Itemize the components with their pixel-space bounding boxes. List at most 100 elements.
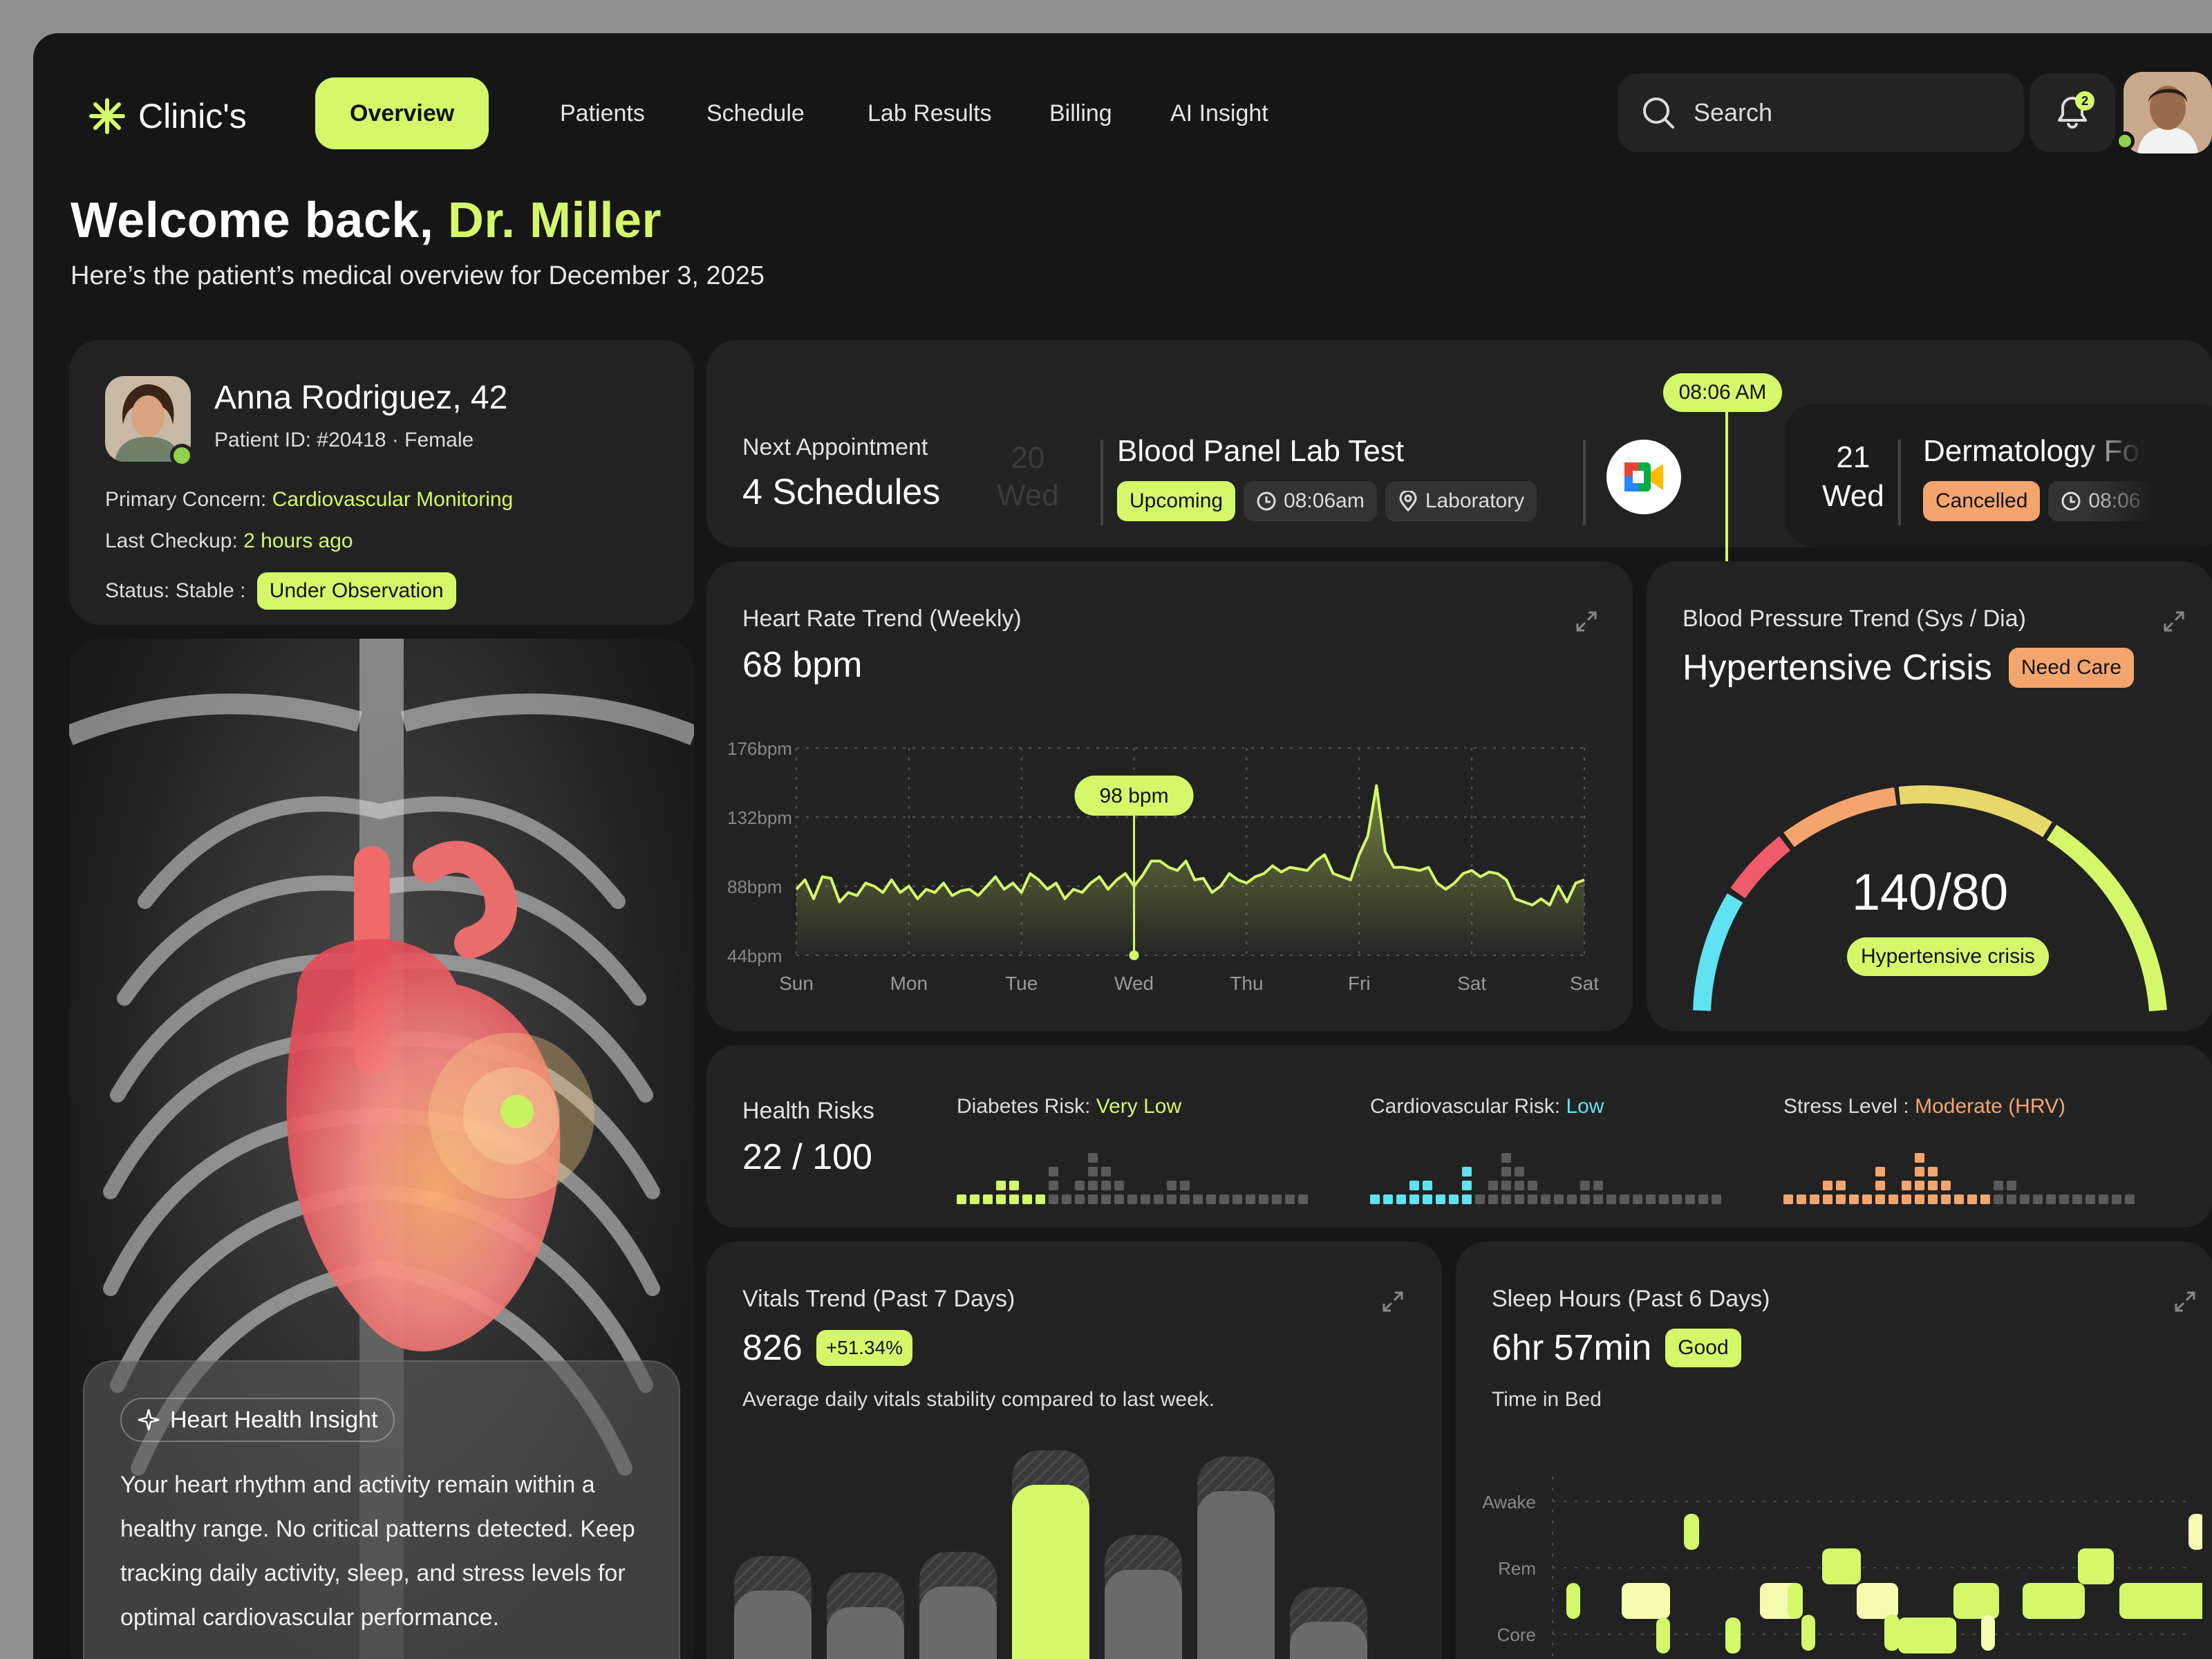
clock-icon	[1257, 491, 1276, 511]
vitals-change-badge: +51.34%	[816, 1330, 913, 1366]
risk-dot	[2020, 1194, 2030, 1204]
risk-dot	[1049, 1194, 1058, 1204]
stress-level-label: Stress Level :	[1783, 1095, 1909, 1118]
verified-check-icon	[170, 444, 194, 467]
heart-hotspot-marker[interactable]	[500, 1095, 534, 1128]
tab-patients[interactable]: Patients	[525, 77, 679, 149]
appointment-time-value: 08:06am	[1284, 489, 1365, 512]
next-day-num: 21	[1836, 440, 1871, 474]
risk-dot	[1967, 1194, 1977, 1204]
risk-dot	[1462, 1194, 1472, 1204]
vitals-bar	[1197, 1491, 1275, 1659]
notification-button[interactable]: 2	[2030, 73, 2115, 152]
tab-overview[interactable]: Overview	[315, 77, 489, 149]
sleep-y-label: Core	[1497, 1624, 1536, 1645]
appointment-title[interactable]: Blood Panel Lab Test	[1117, 434, 1404, 469]
sleep-card: Sleep Hours (Past 6 Days) 6hr 57min Good…	[1456, 1241, 2212, 1659]
current-time-pill: 08:06 AM	[1663, 373, 1782, 412]
next-appointment-meta: Cancelled 08:06	[1923, 481, 2158, 521]
app-name: Clinic's	[138, 97, 247, 135]
search-bar[interactable]	[1618, 73, 2024, 152]
sleep-segment	[1684, 1514, 1699, 1550]
risk-dot	[1272, 1194, 1282, 1204]
search-input[interactable]	[1694, 98, 1984, 127]
risk-dot	[1449, 1194, 1459, 1204]
sleep-segment	[1788, 1583, 1803, 1619]
prev-day-name: Wed	[997, 478, 1059, 512]
search-icon	[1643, 97, 1674, 129]
risk-dot	[1915, 1194, 1924, 1204]
risk-dot	[1849, 1194, 1859, 1204]
risk-dot	[1180, 1181, 1190, 1190]
risk-dot	[2086, 1194, 2095, 1204]
expand-icon[interactable]	[2162, 610, 2186, 633]
expand-icon[interactable]	[2173, 1290, 2197, 1313]
patient-card[interactable]: Anna Rodriguez, 42 Patient ID: #20418 · …	[69, 340, 694, 625]
risk-dot	[1114, 1194, 1124, 1204]
expand-icon[interactable]	[1381, 1290, 1405, 1313]
stress-level-dots	[1783, 1153, 2135, 1204]
risk-dot	[1646, 1194, 1656, 1204]
prev-day-num: 20	[1011, 441, 1045, 475]
risk-dot	[1528, 1194, 1537, 1204]
risk-dot	[1994, 1194, 2003, 1204]
risk-dot	[2112, 1194, 2121, 1204]
tab-schedule[interactable]: Schedule	[672, 77, 839, 149]
next-appointment-title: Dermatology Foll	[1923, 434, 2144, 468]
brand-logo[interactable]: Clinic's	[88, 88, 247, 144]
risk-dot	[1285, 1194, 1295, 1204]
status-label: Status: Stable :	[105, 579, 246, 602]
next-day: 21 Wed	[1822, 438, 1884, 516]
tab-lab-results[interactable]: Lab Results	[833, 77, 1027, 149]
risk-dot	[1659, 1194, 1669, 1204]
risk-dot	[1114, 1181, 1124, 1190]
google-meet-button[interactable]	[1606, 440, 1681, 514]
risk-dot	[1049, 1181, 1058, 1190]
risk-dot	[1396, 1194, 1406, 1204]
vitals-value-row: 826 +51.34%	[742, 1327, 913, 1369]
risk-dot	[1515, 1167, 1524, 1177]
vitals-bar	[734, 1591, 812, 1659]
risk-dot	[1436, 1194, 1445, 1204]
last-checkup: Last Checkup: 2 hours ago	[105, 529, 353, 553]
vitals-bar-chart[interactable]: SunMonTueWedThuFriSat	[734, 1430, 1425, 1659]
heart-rate-chart[interactable]: 176bpm 132bpm 88bpm 44bpm Sun Mon Tue Wed Thu Fri…	[727, 727, 1619, 1018]
sleep-segment	[1622, 1583, 1670, 1619]
risk-dot	[1515, 1181, 1524, 1190]
status-row: Status: Stable : Under Observation	[105, 571, 456, 611]
sleep-y-label: Rem	[1498, 1558, 1536, 1579]
sleep-segment	[2119, 1583, 2202, 1619]
sleep-segment	[1801, 1615, 1815, 1651]
risk-dot	[1088, 1167, 1098, 1177]
risk-dot	[1515, 1194, 1524, 1204]
sleep-segment	[1566, 1583, 1580, 1619]
sleep-stage-chart[interactable]: AwakeRemCoreDeep	[1470, 1421, 2202, 1659]
vitals-card: Vitals Trend (Past 7 Days) 826 +51.34% A…	[706, 1241, 1442, 1659]
primary-concern-label: Primary Concern:	[105, 488, 267, 511]
status-badge: Under Observation	[256, 572, 456, 610]
risk-dot	[1941, 1181, 1951, 1190]
cardio-risk-level: Low	[1566, 1095, 1604, 1118]
user-avatar[interactable]	[2124, 72, 2212, 153]
x-tick-label: Sat	[1457, 973, 1486, 994]
welcome-subtitle: Here’s the patient’s medical overview fo…	[71, 261, 765, 290]
appointment-location-value: Laboratory	[1425, 489, 1525, 512]
risk-dot	[1902, 1194, 1911, 1204]
health-risks-title: Health Risks	[742, 1098, 874, 1124]
risk-dot	[1501, 1153, 1511, 1163]
sleep-badge: Good	[1665, 1329, 1741, 1367]
risk-dot	[1823, 1194, 1833, 1204]
tab-billing[interactable]: Billing	[1015, 77, 1147, 149]
y-tick-label: 176bpm	[727, 738, 792, 759]
risk-dot	[1580, 1194, 1590, 1204]
risk-dot	[1606, 1194, 1616, 1204]
diabetes-risk: Diabetes Risk: Very Low	[957, 1095, 1181, 1118]
vitals-caption: Average daily vitals stability compared …	[742, 1388, 1215, 1411]
expand-icon[interactable]	[1575, 610, 1598, 633]
app-window: Clinic's Overview Patients Schedule Lab …	[33, 33, 2212, 1659]
risk-dot	[1423, 1181, 1432, 1190]
vitals-bar	[827, 1607, 904, 1659]
x-tick-label: Sat	[1570, 973, 1599, 994]
risk-dot	[1685, 1194, 1695, 1204]
tab-ai-insight[interactable]: AI Insight	[1136, 77, 1303, 149]
